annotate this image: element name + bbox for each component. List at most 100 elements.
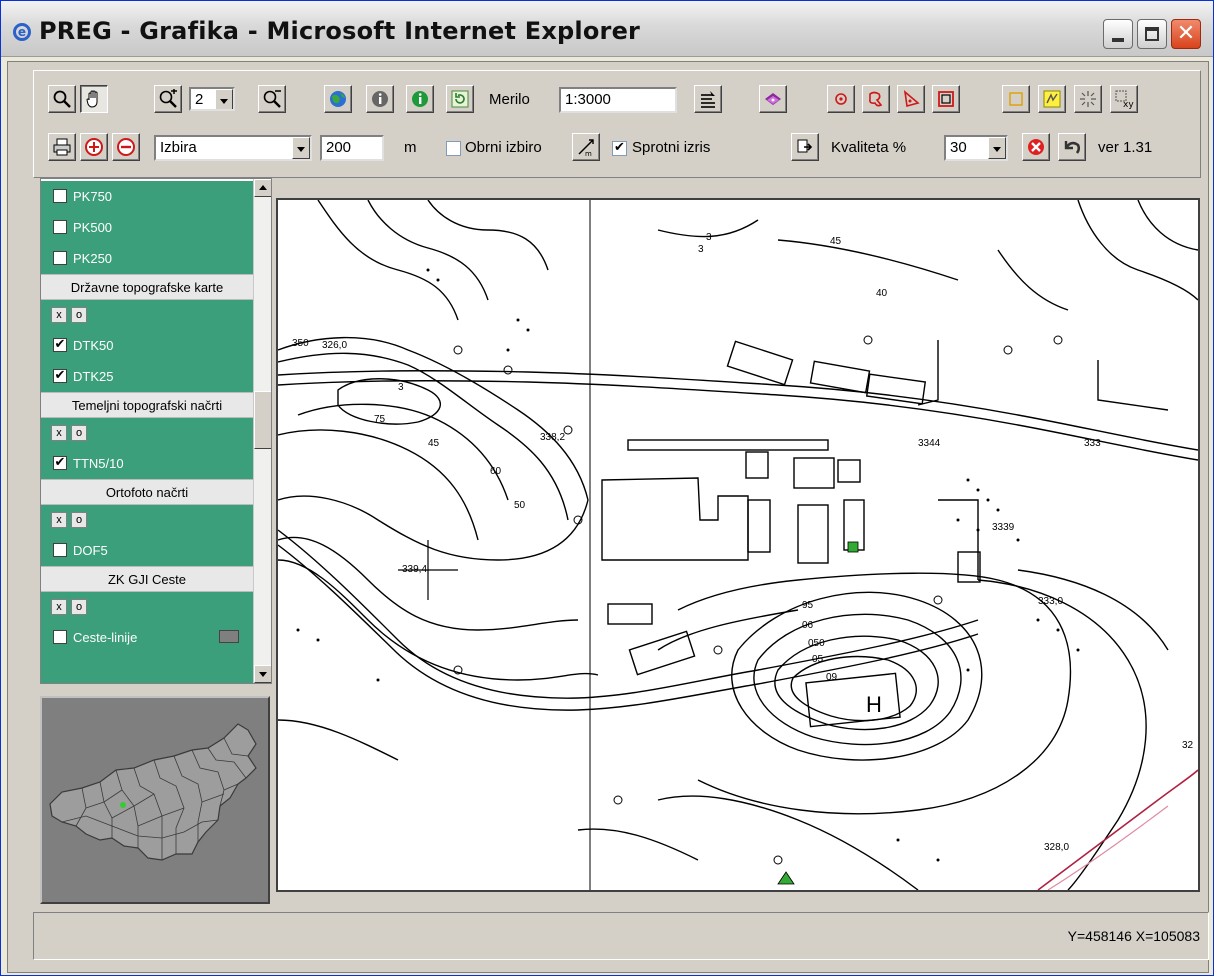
measure-button[interactable]: m [572,133,600,161]
layer-checkbox[interactable]: ✔ [53,456,67,470]
undo-icon [1064,141,1081,154]
undo-button[interactable] [1058,133,1086,161]
layer-label: PK750 [73,189,113,204]
map-label: 45 [830,236,842,247]
point-select-icon [835,93,847,105]
layer-group-controls: xo [41,592,253,622]
zoom-in-button[interactable] [154,85,182,113]
xy-coordinate-button[interactable]: xy [1110,85,1138,113]
layer-group-header: Ortofoto načrti [41,479,253,505]
layer-item[interactable]: PK500 [41,212,253,243]
layer-checkbox[interactable] [53,251,67,265]
map-label: 45 [428,438,440,449]
layer-group-controls: xo [41,505,253,535]
globe-icon [330,91,346,107]
quality-select[interactable]: 30 [944,135,1008,161]
layer-panel: PK750 PK500 PK250 Državne topografske karte… [40,178,272,684]
layer-checkbox[interactable] [53,220,67,234]
chevron-down-icon [292,137,310,159]
live-draw-checkbox[interactable]: ✔ [612,141,627,156]
refresh-icon [451,90,469,108]
layer-scrollbar[interactable] [253,179,271,683]
add-layer-button[interactable] [80,133,108,161]
map-label: 60 [490,466,502,477]
rectangle-select-button[interactable] [932,85,960,113]
minimize-button[interactable] [1103,19,1133,49]
map-label: 350 [292,338,309,349]
point-select-button[interactable] [827,85,855,113]
print-icon [53,138,71,156]
layer-item[interactable]: ✔ DTK25 [41,361,253,392]
zoom-factor-select[interactable]: 2 [189,87,235,111]
square-outline-button[interactable] [1002,85,1030,113]
clear-group-button[interactable]: x [51,307,67,323]
layer-item[interactable]: Ceste-linije [41,622,253,653]
star-burst-button[interactable] [1074,85,1102,113]
layer-checkbox[interactable]: ✔ [53,338,67,352]
scroll-up-button[interactable] [254,179,271,197]
selection-mode-select[interactable]: Izbira [154,135,312,161]
scale-apply-button[interactable] [694,85,722,113]
highlight-icon [1043,90,1061,108]
scroll-thumb[interactable] [254,391,271,449]
polygon-select-button[interactable] [897,85,925,113]
clear-group-button[interactable]: x [51,512,67,528]
layer-checkbox[interactable] [53,543,67,557]
layer-item[interactable]: ✔ DTK50 [41,330,253,361]
clear-group-button[interactable]: x [51,599,67,615]
layer-checkbox[interactable] [53,630,67,644]
info-green-button[interactable] [406,85,434,113]
export-button[interactable] [791,133,819,161]
distance-input[interactable]: 200 [320,135,384,161]
reset-group-button[interactable]: o [71,425,87,441]
maximize-button[interactable] [1137,19,1167,49]
zoom-out-button[interactable] [258,85,286,113]
layer-item[interactable]: DOF5 [41,535,253,566]
magnifier-button[interactable] [48,85,76,113]
layer-color-swatch[interactable] [219,630,239,643]
highlight-button[interactable] [1038,85,1066,113]
info-button[interactable] [366,85,394,113]
layer-group-controls: xo [41,300,253,330]
layer-item[interactable] [41,653,253,683]
layer-checkbox[interactable]: ✔ [53,369,67,383]
overview-map[interactable] [40,696,270,904]
close-button[interactable]: ✕ [1171,19,1201,49]
lasso-select-button[interactable] [862,85,890,113]
layer-item[interactable]: ✔ TTN5/10 [41,448,253,479]
map-label: 40 [876,288,888,299]
minimize-icon [1112,38,1124,42]
book-button[interactable] [759,85,787,113]
stop-button[interactable] [1022,133,1050,161]
layer-item[interactable]: PK750 [41,181,253,212]
status-bar: Y=458146 X=105083 [33,912,1209,960]
map-label: 3 [706,232,712,243]
layer-checkbox[interactable] [53,189,67,203]
remove-layer-button[interactable] [112,133,140,161]
map-label: 32 [1182,740,1194,751]
layer-group-header: Temeljni topografski načrti [41,392,253,418]
pan-button[interactable] [80,85,108,113]
scroll-down-button[interactable] [254,665,271,683]
reset-group-button[interactable]: o [71,307,87,323]
quality-label: Kvaliteta % [831,139,907,156]
topographic-map: 350 3 75 45 338,2 3 45 40 50 60 3 3344 3… [278,200,1198,890]
layer-label: TTN5/10 [73,456,124,471]
layer-group-header: ZK GJI Ceste [41,566,253,592]
layer-list: PK750 PK500 PK250 Državne topografske karte… [41,179,253,683]
reset-group-button[interactable]: o [71,512,87,528]
layer-item[interactable]: PK250 [41,243,253,274]
book-icon [765,93,781,105]
clear-group-button[interactable]: x [51,425,67,441]
invert-selection-checkbox[interactable] [446,141,461,156]
scale-input[interactable]: 1:3000 [559,87,677,113]
refresh-button[interactable] [446,85,474,113]
globe-button[interactable] [324,85,352,113]
map-label: 3339 [992,522,1015,533]
map-label: 050 [808,638,825,649]
map-canvas[interactable]: 350 3 75 45 338,2 3 45 40 50 60 3 3344 3… [276,198,1200,892]
reset-group-button[interactable]: o [71,599,87,615]
map-label: 06 [802,620,814,631]
print-button[interactable] [48,133,76,161]
cursor-coordinates: Y=458146 X=105083 [1067,928,1200,944]
